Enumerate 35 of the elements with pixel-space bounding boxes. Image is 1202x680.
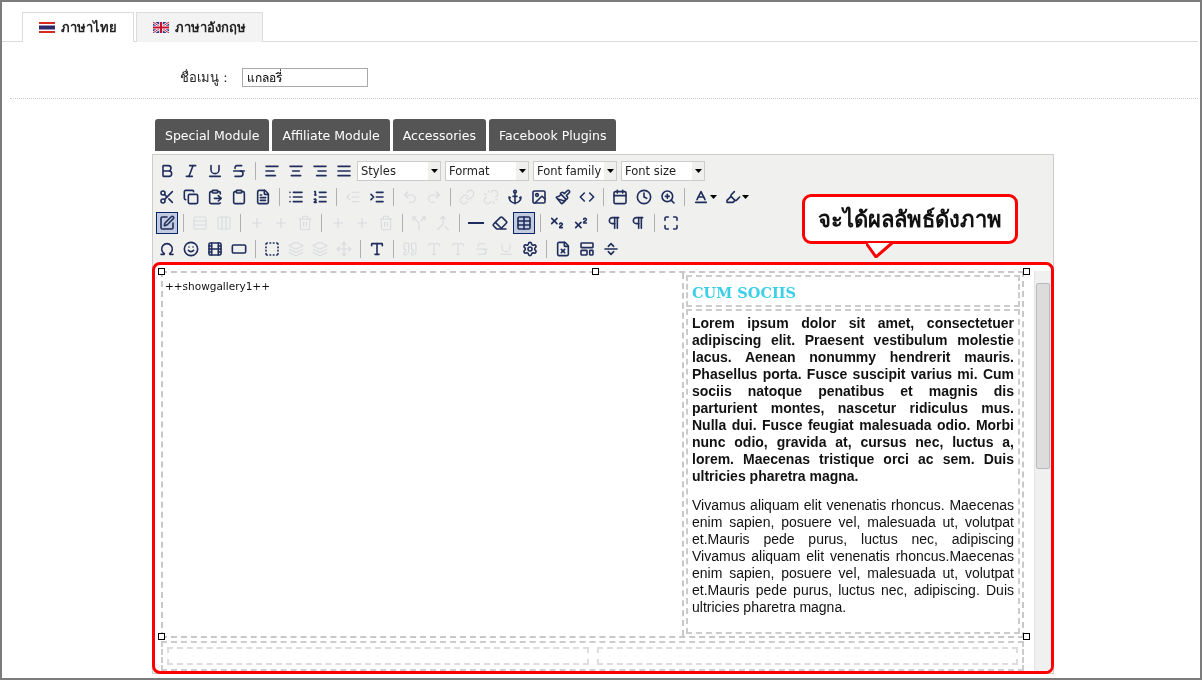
menu-name-label: ชื่อเมนู :	[180, 68, 229, 88]
gallery-tag: ++showgallery1++	[165, 280, 270, 292]
callout-tail	[866, 241, 896, 258]
tab-label: ภาษาอังกฤษ	[175, 19, 246, 37]
scrollbar[interactable]	[1034, 271, 1051, 671]
resize-handle[interactable]	[592, 268, 599, 275]
toolbar-dropdown[interactable]: Font family	[533, 161, 617, 181]
caret-icon	[742, 195, 749, 199]
caret-icon	[430, 169, 438, 173]
module-button[interactable]: Special Module	[155, 119, 270, 151]
caret-icon	[606, 169, 614, 173]
toolbar-dropdown[interactable]: Styles	[357, 161, 441, 181]
module-button[interactable]: Facebook Plugins	[489, 119, 617, 151]
scrollbar-thumb[interactable]	[1036, 283, 1050, 469]
toolbar-dropdown[interactable]: Format	[445, 161, 529, 181]
language-tab[interactable]: ภาษาไทย	[22, 12, 134, 42]
resize-handle[interactable]	[1023, 633, 1030, 640]
caret-icon	[694, 169, 702, 173]
flag-icon	[153, 22, 169, 33]
language-tab[interactable]: ภาษาอังกฤษ	[136, 12, 263, 42]
module-button[interactable]: Affiliate Module	[272, 119, 390, 151]
caret-icon	[710, 195, 717, 199]
resize-handle[interactable]	[1023, 268, 1030, 275]
toolbar-dropdown[interactable]: Font size	[621, 161, 705, 181]
caret-icon	[518, 169, 526, 173]
resize-handle[interactable]	[158, 268, 165, 275]
content-heading: CUM SOCIIS	[692, 284, 796, 301]
resize-handle[interactable]	[158, 633, 165, 640]
tab-label: ภาษาไทย	[61, 19, 117, 37]
editor-content[interactable]	[152, 262, 1054, 674]
module-button[interactable]: Accessories	[392, 119, 486, 151]
content-paragraph: Vivamus aliquam elit venenatis rhoncus. Maecenas enim sapien, posuere vel, malesuada ut, volutpat et.Mauris pede purus, luctus nec, adipiscing Vivamus aliquam elit venenatis rhoncus.Maecenas enim sapien, posuere vel, malesuada ut, volutpat et.Mauris pede purus, luctus nec, adipiscing. Duis ultricies pharetra magna.	[692, 497, 1014, 616]
flag-icon	[39, 22, 55, 33]
menu-name-field[interactable]: แกลอรี่	[242, 68, 368, 87]
content-paragraph: Lorem ipsum dolor sit amet, consectetuer adipiscing elit. Praesent vestibulum molestie lacus. Aenean nonummy hendrerit mauris. Phasellus porta. Fusce suscipit varius mi. Cum sociis natoque penatibus et magnis dis parturient montes, nascetur ridiculus mus. Nulla dui. Fusce feugiat malesuada odio. Morbi nunc odio, gravida at, cursus nec, luctus a, lorem. Maecenas tristique orci ac sem. Duis ultricies pharetra magna.	[692, 315, 1014, 485]
